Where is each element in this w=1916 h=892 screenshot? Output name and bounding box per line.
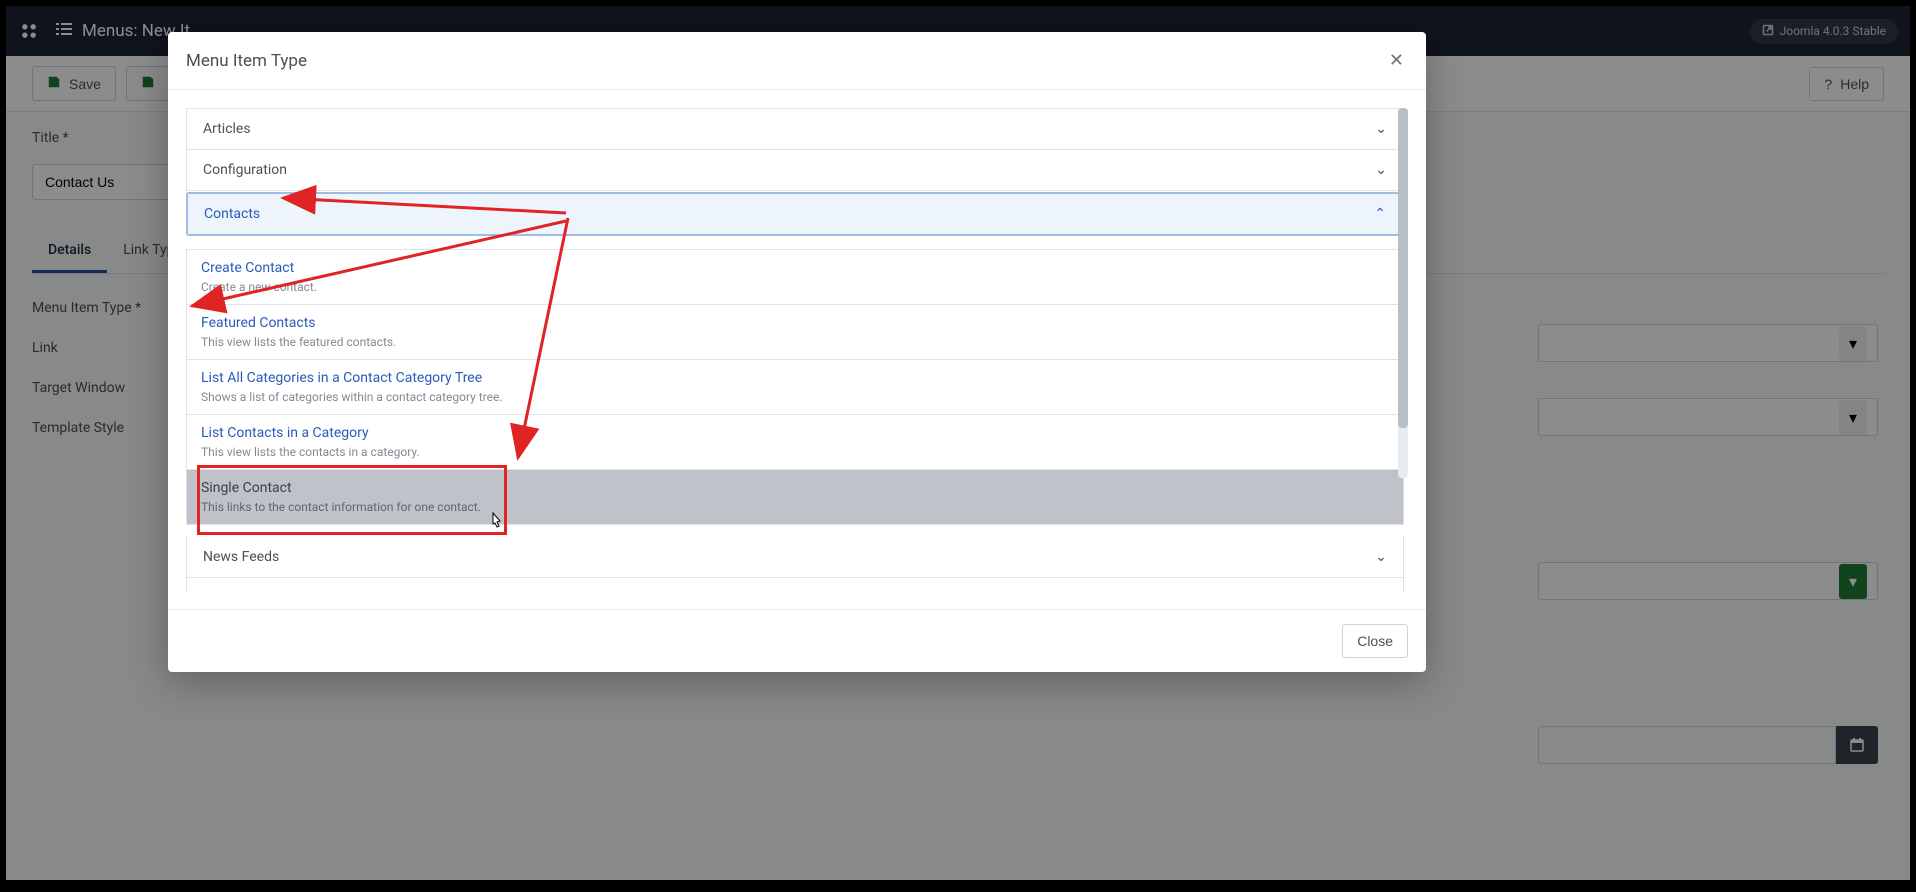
accordion-label: Privacy (203, 590, 248, 591)
accordion-articles[interactable]: Articles ⌄ (186, 108, 1404, 150)
accordion-contacts[interactable]: Contacts ⌃ (186, 192, 1404, 236)
close-icon[interactable]: ✕ (1385, 46, 1408, 75)
accordion-label: Configuration (203, 162, 287, 178)
type-featured-contacts[interactable]: Featured Contacts This view lists the fe… (187, 305, 1403, 360)
type-list-all-categories[interactable]: List All Categories in a Contact Categor… (187, 360, 1403, 415)
chevron-down-icon: ⌄ (1375, 121, 1387, 137)
chevron-up-icon: ⌃ (1374, 206, 1386, 222)
type-list-contacts-category[interactable]: List Contacts in a Category This view li… (187, 415, 1403, 470)
accordion-news-feeds[interactable]: News Feeds ⌄ (186, 537, 1404, 578)
chevron-down-icon: ⌄ (1375, 162, 1387, 178)
type-create-contact[interactable]: Create Contact Create a new contact. (187, 250, 1403, 305)
menu-item-type-modal: Menu Item Type ✕ Articles ⌄ Configuratio… (168, 32, 1426, 672)
chevron-down-icon: ⌄ (1375, 549, 1387, 565)
accordion-label: Contacts (204, 206, 260, 222)
accordion-configuration[interactable]: Configuration ⌄ (186, 150, 1404, 191)
scrollbar-thumb[interactable] (1398, 108, 1408, 428)
accordion-privacy[interactable]: Privacy ⌄ (186, 578, 1404, 591)
modal-title: Menu Item Type (186, 51, 307, 71)
accordion-label: News Feeds (203, 549, 279, 565)
type-single-contact[interactable]: Single Contact This links to the contact… (187, 470, 1403, 524)
chevron-down-icon: ⌄ (1375, 590, 1387, 591)
accordion-label: Articles (203, 121, 251, 137)
close-button[interactable]: Close (1342, 624, 1408, 658)
